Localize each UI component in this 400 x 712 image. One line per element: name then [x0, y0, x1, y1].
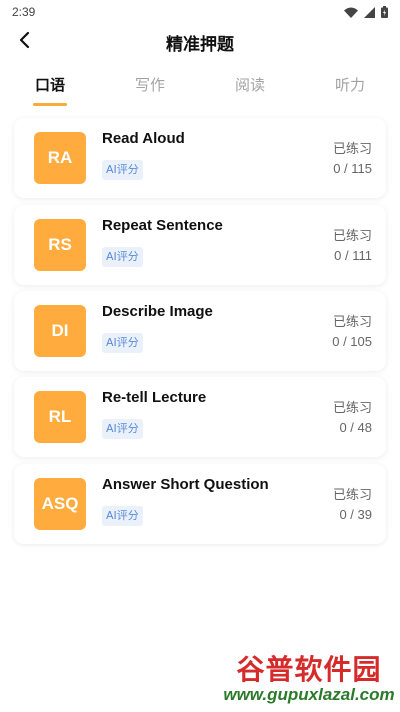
header: 精准押题: [0, 24, 400, 60]
tab-label: 写作: [134, 76, 165, 94]
item-title: Read Aloud: [102, 130, 185, 147]
watermark-title: 谷普软件园: [236, 653, 382, 686]
tab-label: 口语: [34, 76, 65, 94]
tab-writing[interactable]: 写作: [100, 68, 200, 110]
wifi-icon: [344, 7, 358, 18]
list-item-repeat-sentence[interactable]: RS Repeat Sentence AI评分 已练习 0 / 111: [14, 205, 386, 285]
practiced-label: 已练习: [332, 142, 372, 157]
item-title: Repeat Sentence: [102, 217, 223, 234]
battery-icon: [381, 6, 388, 18]
ai-score-tag: AI评分: [102, 506, 143, 526]
tab-bar: 口语 写作 阅读 听力: [0, 68, 400, 110]
ai-score-tag: AI评分: [102, 247, 143, 267]
practiced-count: 0 / 105: [332, 334, 372, 349]
chevron-left-icon: [18, 31, 30, 53]
item-abbr-badge: RA: [34, 132, 86, 184]
list-item-retell-lecture[interactable]: RL Re-tell Lecture AI评分 已练习 0 / 48: [14, 377, 386, 457]
tab-label: 听力: [334, 76, 365, 94]
list-item-answer-short-question[interactable]: ASQ Answer Short Question AI评分 已练习 0 / 3…: [14, 464, 386, 544]
page-title: 精准押题: [166, 34, 234, 55]
practiced-count: 0 / 111: [334, 248, 372, 263]
practiced-label: 已练习: [332, 401, 372, 416]
item-abbr-badge: RS: [34, 219, 86, 271]
item-title: Re-tell Lecture: [102, 389, 207, 406]
tab-label: 阅读: [234, 76, 265, 94]
tab-indicator: [33, 103, 67, 106]
ai-score-tag: AI评分: [102, 160, 143, 180]
item-abbr-badge: ASQ: [34, 478, 86, 530]
watermark: 谷普软件园 www.gupuxlazal.com: [218, 648, 400, 712]
practiced-count: 0 / 115: [333, 161, 372, 176]
status-time: 2:39: [12, 5, 36, 19]
ai-score-tag: AI评分: [102, 419, 143, 439]
practiced-label: 已练习: [332, 488, 372, 503]
tab-listening[interactable]: 听力: [300, 68, 400, 110]
tab-reading[interactable]: 阅读: [200, 68, 300, 110]
practiced-count: 0 / 39: [339, 507, 372, 522]
item-abbr-badge: DI: [34, 305, 86, 357]
tab-speaking[interactable]: 口语: [0, 68, 100, 110]
ai-score-tag: AI评分: [102, 333, 143, 353]
signal-icon: [364, 6, 375, 18]
practiced-count: 0 / 48: [339, 420, 372, 435]
item-title: Answer Short Question: [102, 476, 269, 493]
watermark-url: www.gupuxlazal.com: [223, 685, 395, 704]
item-abbr-badge: RL: [34, 391, 86, 443]
list-item-describe-image[interactable]: DI Describe Image AI评分 已练习 0 / 105: [14, 291, 386, 371]
list-item-read-aloud[interactable]: RA Read Aloud AI评分 已练习 0 / 115: [14, 118, 386, 198]
back-button[interactable]: [10, 28, 38, 56]
status-icons: [344, 6, 388, 18]
item-title: Describe Image: [102, 303, 213, 320]
practiced-label: 已练习: [332, 315, 372, 330]
practiced-label: 已练习: [332, 229, 372, 244]
status-bar: 2:39: [0, 0, 400, 24]
